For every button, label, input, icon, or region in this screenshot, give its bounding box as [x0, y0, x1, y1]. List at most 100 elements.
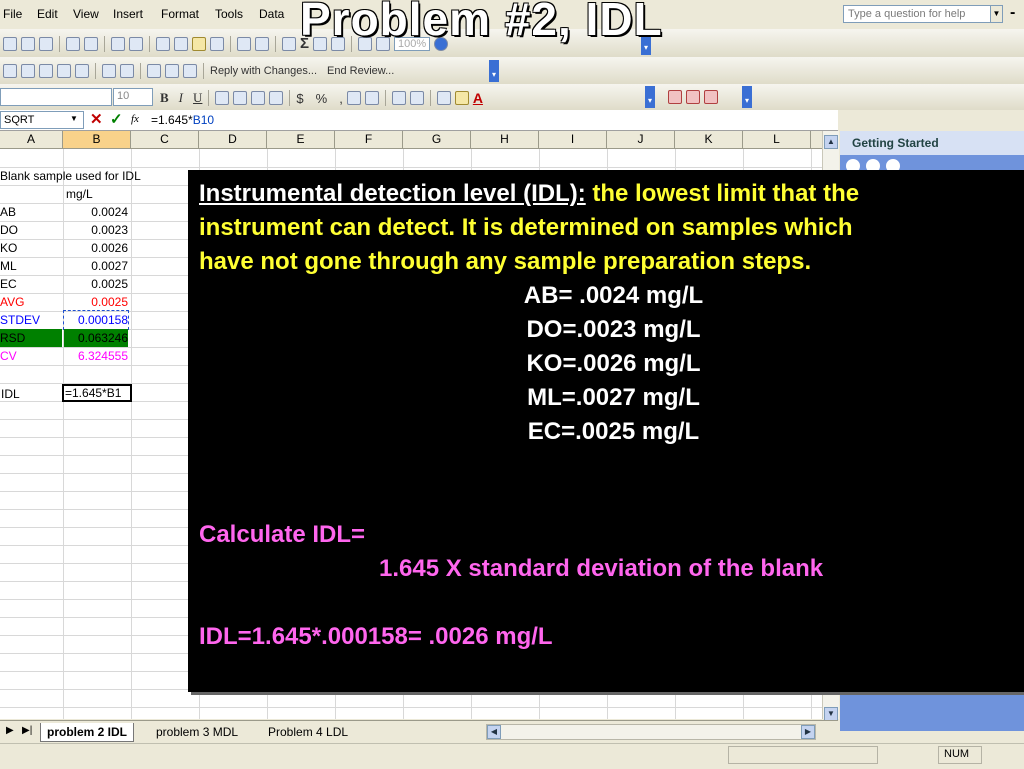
- align-center-icon[interactable]: [233, 91, 248, 105]
- row-label[interactable]: AVG: [0, 293, 62, 311]
- column-header-e[interactable]: E: [267, 131, 335, 148]
- copy-icon[interactable]: [174, 36, 188, 51]
- bold-button[interactable]: B: [160, 90, 169, 106]
- cell-b3[interactable]: mg/L: [66, 185, 126, 203]
- cell-a13[interactable]: IDL: [0, 385, 61, 403]
- column-header-l[interactable]: L: [743, 131, 811, 148]
- spelling-icon[interactable]: [111, 36, 125, 51]
- menu-data[interactable]: Data: [259, 7, 284, 21]
- column-header-k[interactable]: K: [675, 131, 743, 148]
- font-color-icon[interactable]: A: [473, 90, 483, 106]
- fill-color-icon[interactable]: [454, 91, 469, 105]
- column-header-g[interactable]: G: [403, 131, 471, 148]
- scroll-right-icon[interactable]: ▶: [801, 725, 815, 739]
- increase-decimal-icon[interactable]: [346, 91, 361, 105]
- reply-with-changes-button[interactable]: Reply with Changes...: [210, 65, 317, 77]
- row-value[interactable]: 0.0027: [64, 257, 128, 275]
- name-box-dropdown-icon[interactable]: ▼: [70, 114, 78, 123]
- cell-a2[interactable]: Blank sample used for IDL: [0, 167, 190, 185]
- review-icon-7[interactable]: [120, 64, 134, 78]
- print-icon[interactable]: [66, 36, 80, 51]
- paste-icon[interactable]: [192, 36, 206, 51]
- undo-icon[interactable]: [237, 36, 251, 51]
- decrease-indent-icon[interactable]: [391, 91, 406, 105]
- review-toolbar-options-icon[interactable]: ▾: [489, 60, 499, 82]
- cut-icon[interactable]: [156, 36, 170, 51]
- menu-edit[interactable]: Edit: [37, 7, 58, 21]
- row-value[interactable]: 0.0025: [64, 293, 128, 311]
- row-label[interactable]: ML: [0, 257, 62, 275]
- column-header-h[interactable]: H: [471, 131, 539, 148]
- tab-problem-2-idl[interactable]: problem 2 IDL: [40, 723, 135, 742]
- formula-input[interactable]: =1.645*B10: [151, 113, 214, 127]
- row-label[interactable]: KO: [0, 239, 62, 257]
- cancel-icon[interactable]: ✕: [90, 110, 103, 128]
- scroll-down-icon[interactable]: ▼: [824, 707, 838, 721]
- scroll-left-icon[interactable]: ◀: [487, 725, 501, 739]
- column-header-c[interactable]: C: [131, 131, 199, 148]
- new-icon[interactable]: [3, 36, 17, 51]
- insert-function-icon[interactable]: fx: [131, 113, 139, 125]
- pdf-icon-1[interactable]: [668, 90, 682, 104]
- active-cell-b13[interactable]: =1.645*B1: [62, 384, 132, 402]
- comma-button[interactable]: ,: [339, 91, 343, 106]
- minimize-icon[interactable]: -: [1010, 4, 1015, 22]
- row-label[interactable]: DO: [0, 221, 62, 239]
- row-value[interactable]: 0.0025: [64, 275, 128, 293]
- pdf-icon-3[interactable]: [704, 90, 718, 104]
- tab-problem-4-ldl[interactable]: Problem 4 LDL: [262, 723, 354, 741]
- increase-indent-icon[interactable]: [409, 91, 424, 105]
- row-value[interactable]: 0.063246: [64, 329, 128, 347]
- save-icon[interactable]: [21, 36, 35, 51]
- review-icon-4[interactable]: [57, 64, 71, 78]
- menu-file[interactable]: File: [3, 7, 22, 21]
- pdf-toolbar-options-icon[interactable]: ▾: [742, 86, 752, 108]
- print-preview-icon[interactable]: [84, 36, 98, 51]
- review-icon-5[interactable]: [75, 64, 89, 78]
- research-icon[interactable]: [129, 36, 143, 51]
- column-header-d[interactable]: D: [199, 131, 267, 148]
- italic-button[interactable]: I: [179, 90, 183, 106]
- row-label[interactable]: AB: [0, 203, 62, 221]
- row-label[interactable]: STDEV: [0, 311, 62, 329]
- review-icon-8[interactable]: [147, 64, 161, 78]
- row-value[interactable]: 0.0023: [64, 221, 128, 239]
- row-value[interactable]: 0.0026: [64, 239, 128, 257]
- row-value[interactable]: 0.0024: [64, 203, 128, 221]
- row-value[interactable]: 6.324555: [64, 347, 128, 365]
- column-header-a[interactable]: A: [0, 131, 63, 148]
- column-header-j[interactable]: J: [607, 131, 675, 148]
- font-size-select[interactable]: 10: [113, 88, 153, 106]
- help-dropdown-icon[interactable]: ▼: [990, 5, 1003, 23]
- row-label[interactable]: EC: [0, 275, 62, 293]
- font-name-select[interactable]: [0, 88, 112, 106]
- tab-scroll-next-icon[interactable]: ▶: [6, 725, 14, 736]
- pdf-icon-2[interactable]: [686, 90, 700, 104]
- help-search-input[interactable]: Type a question for help: [843, 5, 1001, 23]
- menu-format[interactable]: Format: [161, 7, 199, 21]
- permission-icon[interactable]: [39, 36, 53, 51]
- review-icon-1[interactable]: [3, 64, 17, 78]
- align-left-icon[interactable]: [215, 91, 230, 105]
- format-toolbar-options-icon[interactable]: ▾: [645, 86, 655, 108]
- horizontal-scrollbar[interactable]: ◀ ▶: [486, 724, 816, 740]
- review-icon-9[interactable]: [165, 64, 179, 78]
- align-right-icon[interactable]: [251, 91, 266, 105]
- percent-button[interactable]: %: [316, 91, 328, 106]
- review-icon-6[interactable]: [102, 64, 116, 78]
- end-review-button[interactable]: End Review...: [327, 65, 394, 77]
- row-label[interactable]: RSD: [0, 329, 62, 347]
- merge-center-icon[interactable]: [269, 91, 284, 105]
- format-painter-icon[interactable]: [210, 36, 224, 51]
- decrease-decimal-icon[interactable]: [364, 91, 379, 105]
- menu-tools[interactable]: Tools: [215, 7, 243, 21]
- column-header-f[interactable]: F: [335, 131, 403, 148]
- review-icon-3[interactable]: [39, 64, 53, 78]
- enter-icon[interactable]: ✓: [110, 110, 123, 128]
- review-icon-2[interactable]: [21, 64, 35, 78]
- tab-scroll-last-icon[interactable]: ▶|: [22, 725, 32, 736]
- review-icon-10[interactable]: [183, 64, 197, 78]
- menu-view[interactable]: View: [73, 7, 99, 21]
- column-header-i[interactable]: I: [539, 131, 607, 148]
- row-label[interactable]: CV: [0, 347, 62, 365]
